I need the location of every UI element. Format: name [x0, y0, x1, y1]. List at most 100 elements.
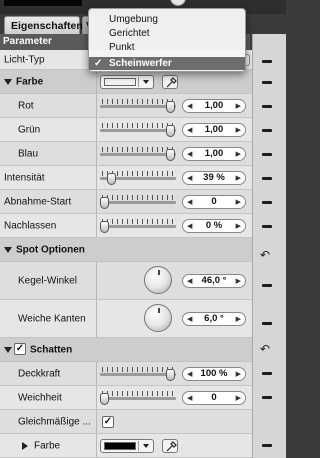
blue-value-field[interactable]: ◀ 1,00 ▶	[182, 147, 246, 161]
remove-icon[interactable]	[262, 372, 272, 375]
opacity-value-field[interactable]: ◀ 100 % ▶	[182, 367, 246, 381]
falloff-value[interactable]: 0 %	[195, 220, 233, 232]
eyedropper-button[interactable]	[162, 75, 178, 89]
reset-icon[interactable]: ↶	[260, 342, 270, 356]
red-slider[interactable]	[100, 99, 176, 113]
decrement-icon[interactable]: ◀	[187, 370, 192, 378]
slider-track	[100, 129, 176, 132]
opacity-value[interactable]: 100 %	[195, 368, 233, 380]
increment-icon[interactable]: ▶	[236, 394, 241, 402]
color-swatch	[104, 78, 136, 86]
green-slider[interactable]	[100, 123, 176, 137]
red-value-field[interactable]: ◀ 1,00 ▶	[182, 99, 246, 113]
slider-thumb[interactable]	[166, 125, 175, 137]
soft-edges-value[interactable]: 6,0 °	[195, 313, 233, 325]
remove-icon[interactable]	[262, 284, 272, 287]
tab-eigenschaften[interactable]: Eigenschaften	[4, 16, 83, 34]
decrement-icon[interactable]: ◀	[187, 126, 192, 134]
disclosure-closed-icon[interactable]	[22, 442, 28, 450]
menu-item-punkt[interactable]: Punkt	[89, 41, 245, 54]
shadows-checkbox[interactable]: ✓	[14, 343, 26, 355]
remove-icon[interactable]	[262, 444, 272, 447]
disclosure-open-icon[interactable]	[4, 247, 12, 253]
top-knob-icon[interactable]	[170, 0, 186, 6]
blue-slider[interactable]	[100, 147, 176, 161]
menu-item-gerichtet[interactable]: Gerichtet	[89, 27, 245, 40]
falloff-start-value[interactable]: 0	[195, 196, 233, 208]
remove-icon[interactable]	[262, 81, 272, 84]
remove-icon[interactable]	[262, 105, 272, 108]
row-divider	[96, 190, 97, 213]
remove-icon[interactable]	[262, 153, 272, 156]
decrement-icon[interactable]: ◀	[187, 198, 192, 206]
remove-icon[interactable]	[262, 396, 272, 399]
uniform-checkbox[interactable]: ✓	[102, 416, 114, 428]
red-label: Rot	[18, 100, 34, 111]
blue-value[interactable]: 1,00	[195, 148, 233, 160]
cone-angle-dial[interactable]	[144, 266, 172, 294]
row-divider	[96, 262, 97, 299]
decrement-icon[interactable]: ◀	[187, 394, 192, 402]
color-green-row: Grün ◀ 1,00 ▶	[0, 118, 252, 142]
remove-icon[interactable]	[262, 60, 272, 63]
shadow-color-well[interactable]	[100, 439, 154, 453]
slider-thumb[interactable]	[166, 149, 175, 161]
intensity-value-field[interactable]: ◀ 39 % ▶	[182, 171, 246, 185]
decrement-icon[interactable]: ◀	[187, 102, 192, 110]
increment-icon[interactable]: ▶	[236, 315, 241, 323]
cone-angle-value-field[interactable]: ◀ 46,0 ° ▶	[182, 274, 246, 288]
intensity-slider[interactable]	[100, 171, 176, 185]
menu-item-umgebung[interactable]: Umgebung	[89, 13, 245, 26]
eyedropper-button[interactable]	[162, 439, 178, 453]
remove-icon[interactable]	[262, 201, 272, 204]
remove-icon[interactable]	[262, 129, 272, 132]
disclosure-open-icon[interactable]	[4, 347, 12, 353]
increment-icon[interactable]: ▶	[236, 277, 241, 285]
decrement-icon[interactable]: ◀	[187, 222, 192, 230]
increment-icon[interactable]: ▶	[236, 150, 241, 158]
soft-edges-value-field[interactable]: ◀ 6,0 ° ▶	[182, 312, 246, 326]
softness-value[interactable]: 0	[195, 392, 233, 404]
red-value[interactable]: 1,00	[195, 100, 233, 112]
increment-icon[interactable]: ▶	[236, 370, 241, 378]
color-well[interactable]	[100, 75, 154, 89]
slider-thumb[interactable]	[107, 173, 116, 185]
decrement-icon[interactable]: ◀	[187, 174, 192, 182]
increment-icon[interactable]: ▶	[236, 126, 241, 134]
softness-row: Weichheit ◀ 0 ▶	[0, 386, 252, 410]
softness-slider[interactable]	[100, 391, 176, 405]
remove-icon[interactable]	[262, 225, 272, 228]
green-value[interactable]: 1,00	[195, 124, 233, 136]
soft-edges-dial[interactable]	[144, 304, 172, 332]
slider-ticks	[102, 219, 174, 224]
slider-thumb[interactable]	[166, 101, 175, 113]
falloff-slider[interactable]	[100, 219, 176, 233]
green-value-field[interactable]: ◀ 1,00 ▶	[182, 123, 246, 137]
slider-thumb[interactable]	[100, 393, 109, 405]
decrement-icon[interactable]: ◀	[187, 315, 192, 323]
blue-label: Blau	[18, 148, 39, 159]
slider-thumb[interactable]	[100, 221, 109, 233]
row-divider	[96, 94, 97, 117]
decrement-icon[interactable]: ◀	[187, 150, 192, 158]
softness-value-field[interactable]: ◀ 0 ▶	[182, 391, 246, 405]
uniform-label: Gleichmäßige ...	[18, 416, 91, 427]
increment-icon[interactable]: ▶	[236, 198, 241, 206]
increment-icon[interactable]: ▶	[236, 222, 241, 230]
falloff-start-slider[interactable]	[100, 195, 176, 209]
disclosure-open-icon[interactable]	[4, 79, 12, 85]
cone-angle-value[interactable]: 46,0 °	[195, 275, 233, 287]
increment-icon[interactable]: ▶	[236, 174, 241, 182]
slider-thumb[interactable]	[100, 197, 109, 209]
menu-item-scheinwerfer[interactable]: ✓ Scheinwerfer	[89, 57, 245, 70]
falloff-start-value-field[interactable]: ◀ 0 ▶	[182, 195, 246, 209]
falloff-value-field[interactable]: ◀ 0 % ▶	[182, 219, 246, 233]
opacity-slider[interactable]	[100, 367, 176, 381]
increment-icon[interactable]: ▶	[236, 102, 241, 110]
decrement-icon[interactable]: ◀	[187, 277, 192, 285]
remove-icon[interactable]	[262, 322, 272, 325]
reset-icon[interactable]: ↶	[260, 248, 270, 262]
remove-icon[interactable]	[262, 177, 272, 180]
intensity-value[interactable]: 39 %	[195, 172, 233, 184]
slider-thumb[interactable]	[166, 369, 175, 381]
